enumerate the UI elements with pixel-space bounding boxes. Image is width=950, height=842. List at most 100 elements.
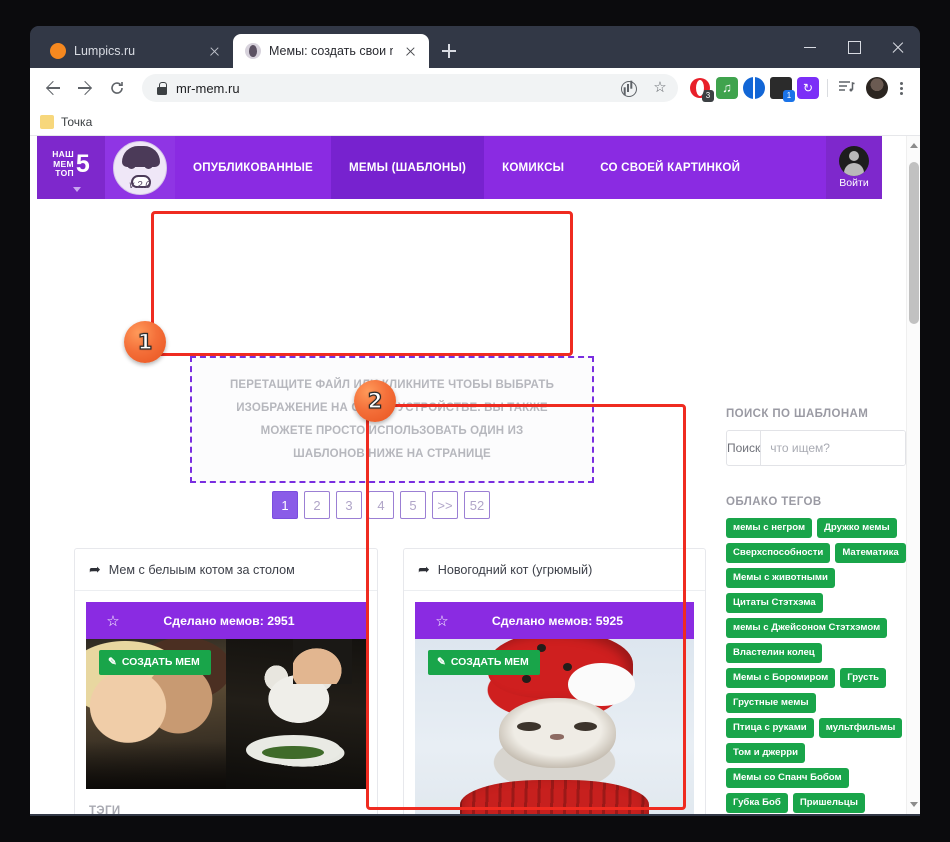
template-preview-image[interactable]: ✎ СОЗДАТЬ МЕМ: [415, 639, 694, 814]
page-button-next[interactable]: >>: [432, 491, 458, 519]
tab-title: Lumpics.ru: [74, 44, 136, 58]
forward-icon[interactable]: [70, 73, 100, 103]
tagcloud-title: ОБЛАКО ТЕГОВ: [726, 496, 822, 508]
tag-item[interactable]: Мемы с животными: [726, 568, 835, 588]
close-icon[interactable]: [205, 42, 223, 60]
kebab-menu-icon[interactable]: [890, 76, 912, 100]
nav-item-own-image[interactable]: СО СВОЕЙ КАРТИНКОЙ: [582, 136, 758, 199]
music-extension-icon[interactable]: [716, 77, 738, 99]
page-button-2[interactable]: 2: [304, 491, 330, 519]
lock-icon: [156, 82, 168, 95]
file-dropzone[interactable]: ПЕРЕТАЩИТЕ ФАЙЛ ИЛИ КЛИКНИТЕ ЧТОБЫ ВЫБРА…: [190, 356, 594, 483]
eye-right: [144, 164, 153, 169]
window-controls: [788, 26, 920, 68]
browser-tab-lumpics[interactable]: Lumpics.ru: [38, 34, 233, 68]
url-text: mr-mem.ru: [176, 80, 240, 96]
nav-item-comics[interactable]: КОМИКСЫ: [484, 136, 582, 199]
cat-face-shape: [498, 697, 616, 769]
white-cat-artwork: [226, 639, 366, 789]
reading-list-icon[interactable]: [836, 76, 860, 100]
tag-item[interactable]: Дружко мемы: [817, 518, 897, 538]
tag-item[interactable]: Птица с руками: [726, 718, 814, 738]
star-outline-icon[interactable]: ☆: [415, 612, 469, 630]
search-section-title: ПОИСК ПО ШАБЛОНАМ: [726, 408, 869, 420]
back-icon[interactable]: [38, 73, 68, 103]
page-button-last[interactable]: 52: [464, 491, 490, 519]
browser-window: Lumpics.ru Мемы: создать свои memes онл: [30, 26, 920, 816]
tag-item[interactable]: мемы с негром: [726, 518, 813, 538]
page-scrollbar[interactable]: [906, 136, 920, 814]
share-icon[interactable]: [616, 76, 640, 100]
create-meme-button[interactable]: ✎ СОЗДАТЬ МЕМ: [99, 650, 211, 675]
pagination: 1 2 3 4 5 >> 52: [272, 491, 490, 519]
screenshot-root: Lumpics.ru Мемы: создать свои memes онл: [0, 0, 950, 842]
nav-item-templates[interactable]: МЕМЫ (ШАБЛОНЫ): [330, 136, 485, 199]
tag-item[interactable]: Пришельцы: [792, 793, 865, 813]
tag-item[interactable]: Властелин колец: [726, 643, 822, 663]
card-header: ➦ Мем с белыым котом за столом: [75, 549, 377, 591]
address-bar[interactable]: mr-mem.ru ☆: [142, 74, 678, 102]
purple-extension-icon[interactable]: [797, 77, 819, 99]
star-icon[interactable]: ☆: [648, 76, 672, 100]
share-arrow-icon[interactable]: ➦: [89, 561, 101, 578]
tag-item[interactable]: Грусть: [840, 668, 887, 688]
close-icon[interactable]: [401, 42, 419, 60]
page-button-5[interactable]: 5: [400, 491, 426, 519]
annotation-badge-1: 1: [124, 321, 166, 363]
browser-tab-memes[interactable]: Мемы: создать свои memes онл: [233, 34, 429, 68]
scrollbar-thumb[interactable]: [909, 162, 919, 324]
search-input[interactable]: [761, 431, 905, 465]
maximize-icon[interactable]: [832, 26, 876, 68]
reload-icon[interactable]: [102, 73, 132, 103]
close-icon[interactable]: [876, 26, 920, 68]
site-logo[interactable]: НАШ МЕМ ТОП 5: [37, 136, 105, 199]
tag-item[interactable]: Математика: [835, 543, 906, 563]
annotation-badge-2: 2: [354, 380, 396, 422]
tab-title: Мемы: создать свои memes онл: [269, 44, 393, 58]
template-search[interactable]: Поиск: [726, 430, 906, 466]
new-tab-button[interactable]: [435, 37, 463, 65]
tag-item[interactable]: мемы с Джейсоном Стэтхэмом: [726, 618, 888, 638]
web-page: НАШ МЕМ ТОП 5 v 2.0 ОПУБЛИКОВАННЫЕ МЕМЫ …: [30, 136, 906, 814]
chevron-down-icon[interactable]: [73, 187, 81, 192]
profile-avatar-icon[interactable]: [866, 77, 888, 99]
scroll-up-icon[interactable]: [910, 143, 918, 148]
nav-item-published[interactable]: ОПУБЛИКОВАННЫЕ: [175, 136, 331, 199]
page-button-4[interactable]: 4: [368, 491, 394, 519]
toolbar-divider: [827, 79, 828, 97]
pencil-icon: ✎: [437, 656, 446, 668]
star-outline-icon[interactable]: ☆: [86, 612, 140, 630]
meme-count-label: Сделано мемов: 5925: [491, 613, 624, 628]
hand-shape: [293, 639, 352, 684]
meme-face-icon: v 2.0: [113, 140, 167, 195]
tag-item[interactable]: Губка Боб: [726, 793, 788, 813]
scroll-down-icon[interactable]: [910, 802, 918, 807]
page-button-3[interactable]: 3: [336, 491, 362, 519]
tag-item[interactable]: Грустные мемы: [726, 693, 816, 713]
share-arrow-icon[interactable]: ➦: [418, 561, 430, 578]
salad-shape: [262, 745, 324, 759]
tag-item[interactable]: мультфильмы: [818, 718, 903, 738]
tag-item[interactable]: Сверхспособности: [726, 543, 831, 563]
minimize-icon[interactable]: [788, 26, 832, 68]
meme-template-card[interactable]: ➦ Новогодний кот (угрюмый) ☆ Сделано мем…: [403, 548, 706, 814]
card-header: ➦ Новогодний кот (угрюмый): [404, 549, 705, 591]
create-meme-button[interactable]: ✎ СОЗДАТЬ МЕМ: [428, 650, 540, 675]
tag-item[interactable]: Мемы с Боромиром: [726, 668, 836, 688]
globe-extension-icon[interactable]: [743, 77, 765, 99]
tag-item[interactable]: Том и джерри: [726, 743, 806, 763]
create-meme-label: СОЗДАТЬ МЕМ: [121, 656, 200, 668]
card-stats-bar: ☆ Сделано мемов: 5925: [415, 602, 694, 639]
tag-item[interactable]: Мемы со Спанч Бобом: [726, 768, 849, 788]
meme-template-card[interactable]: ➦ Мем с белыым котом за столом ☆ Сделано…: [74, 548, 378, 814]
template-preview-image[interactable]: ✎ СОЗДАТЬ МЕМ: [86, 639, 366, 789]
login-button[interactable]: Войти: [826, 136, 882, 199]
opera-extension-icon[interactable]: 3: [689, 77, 714, 102]
tag-item[interactable]: Цитаты Стэтхэма: [726, 593, 823, 613]
box-extension-icon[interactable]: 1: [770, 77, 795, 102]
page-button-1[interactable]: 1: [272, 491, 298, 519]
orange-circle-icon: [50, 43, 66, 59]
main-nav: ОПУБЛИКОВАННЫЕ МЕМЫ (ШАБЛОНЫ) КОМИКСЫ СО…: [175, 136, 826, 199]
card-title: Мем с белыым котом за столом: [108, 562, 295, 577]
bookmark-item-tochka[interactable]: Точка: [61, 115, 92, 129]
